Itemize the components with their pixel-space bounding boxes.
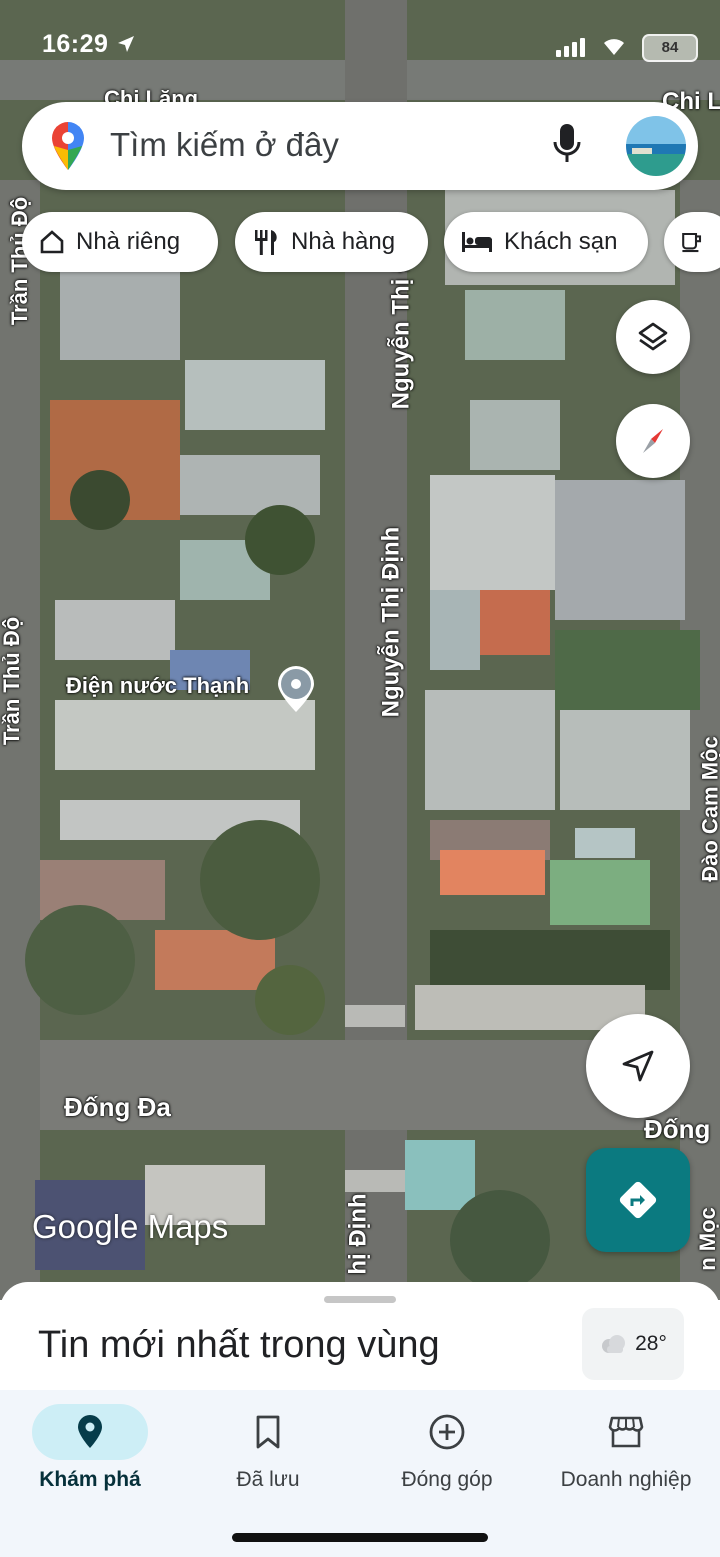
search-bar[interactable]: Tìm kiếm ở đây (22, 102, 698, 190)
hotel-icon (462, 232, 492, 252)
weather-badge[interactable]: 28° (582, 1308, 684, 1380)
coffee-icon (682, 232, 702, 253)
wifi-icon (600, 34, 628, 61)
home-indicator[interactable] (232, 1533, 488, 1542)
chip-restaurants[interactable]: Nhà hàng (235, 212, 428, 272)
battery-indicator: 84 (642, 34, 698, 62)
search-input[interactable]: Tìm kiếm ở đây (110, 126, 339, 164)
home-icon (40, 230, 64, 254)
place-label[interactable]: Điện nước Thạnh (66, 673, 249, 699)
status-time: 16:29 (42, 30, 136, 59)
microphone-icon[interactable] (552, 122, 582, 173)
directions-icon (619, 1181, 657, 1219)
google-maps-watermark: Google Maps (32, 1208, 229, 1245)
chip-label: Khách sạn (504, 228, 618, 255)
cloud-icon (602, 1335, 626, 1353)
street-label-nguyen-thi-dinh: Nguyễn Thị Định (377, 526, 405, 718)
tab-icon-container (210, 1404, 326, 1460)
sheet-drag-handle[interactable] (324, 1296, 396, 1303)
tab-saved[interactable]: Đã lưu (178, 1390, 358, 1510)
bookmark-icon (256, 1415, 280, 1449)
tab-label: Đã lưu (236, 1468, 300, 1491)
street-label-dao-cam-moc: Đào Cam Mộc (697, 736, 720, 882)
chip-hotels[interactable]: Khách sạn (444, 212, 648, 272)
street-label-dong-da: Đống Đa (64, 1092, 171, 1122)
street-label-dao-cam-moc: n Mọc (694, 1207, 720, 1271)
tab-icon-container (389, 1404, 505, 1460)
bottom-sheet[interactable]: Tin mới nhất trong vùng 28° (0, 1282, 720, 1392)
directions-button[interactable] (586, 1148, 690, 1252)
street-label-dong-da: Đống (644, 1114, 711, 1144)
chip-label: Nhà hàng (291, 228, 396, 255)
sheet-title: Tin mới nhất trong vùng (38, 1324, 440, 1366)
tab-contribute[interactable]: Đóng góp (357, 1390, 537, 1510)
tab-icon-container (32, 1404, 148, 1460)
storefront-icon (608, 1416, 644, 1448)
navigation-arrow-icon (622, 1050, 654, 1082)
status-bar: 16:29 84 (0, 0, 720, 90)
tab-icon-container (568, 1404, 684, 1460)
layers-button[interactable] (616, 300, 690, 374)
chip-coffee[interactable] (664, 212, 720, 272)
chip-home[interactable]: Nhà riêng (22, 212, 218, 272)
temperature: 28° (635, 1332, 667, 1355)
compass-button[interactable] (616, 404, 690, 478)
restaurant-icon (255, 230, 277, 255)
street-label-tran-thu-do: Trần Thủ Độ (0, 616, 25, 746)
google-maps-logo-icon (50, 120, 86, 177)
street-label-nguyen-thi-dinh: hị Định (344, 1193, 372, 1275)
tab-explore[interactable]: Khám phá (0, 1390, 180, 1510)
my-location-button[interactable] (586, 1014, 690, 1118)
explore-pin-icon (78, 1415, 102, 1448)
compass-icon (643, 429, 663, 453)
add-circle-icon (429, 1414, 465, 1450)
signal-icon (556, 38, 585, 57)
location-arrow-icon (117, 36, 134, 52)
tab-label: Doanh nghiệp (560, 1468, 692, 1491)
tab-business[interactable]: Doanh nghiệp (536, 1390, 716, 1510)
layers-icon (638, 322, 668, 351)
chip-label: Nhà riêng (76, 228, 181, 255)
avatar[interactable] (626, 116, 686, 176)
bottom-navigation: Khám phá Đã lưu Đóng góp Doanh nghiệp (0, 1390, 720, 1557)
tab-label: Đóng góp (401, 1468, 493, 1491)
tab-label: Khám phá (39, 1468, 141, 1491)
